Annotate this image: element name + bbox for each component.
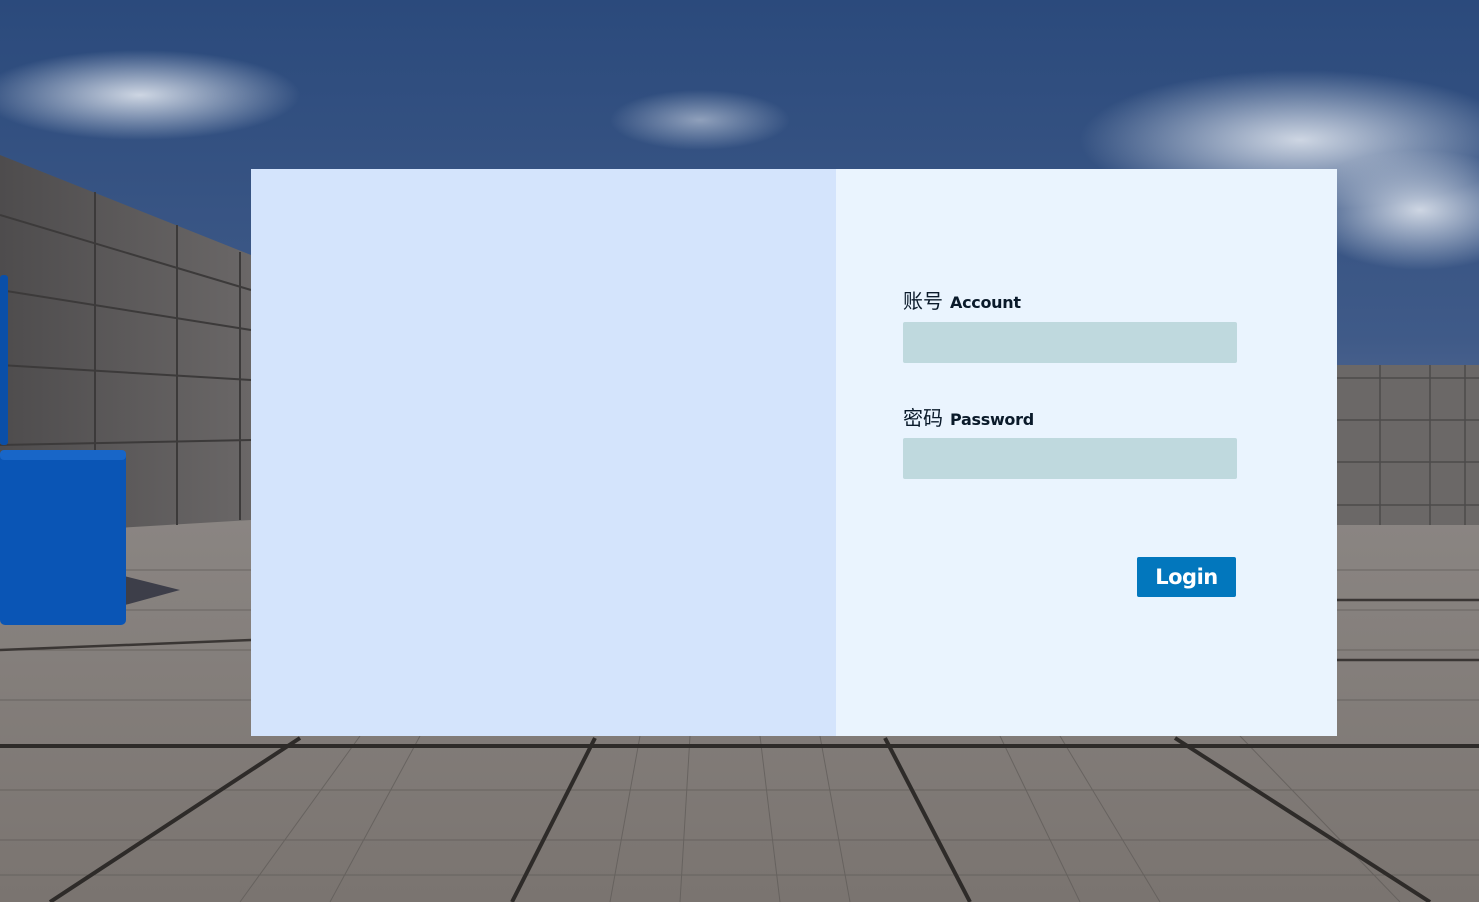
password-input[interactable] bbox=[903, 438, 1237, 479]
blue-cube-upper bbox=[0, 275, 8, 445]
right-wall bbox=[1337, 365, 1479, 525]
password-label-zh: 密码 bbox=[903, 406, 943, 430]
blue-cube bbox=[0, 450, 126, 625]
login-panel: 账号 Account 密码 Password Login bbox=[251, 169, 1337, 736]
account-label-zh: 账号 bbox=[903, 289, 943, 313]
account-label: 账号 Account bbox=[903, 285, 1021, 314]
login-form: 账号 Account 密码 Password Login bbox=[836, 169, 1337, 736]
account-label-en: Account bbox=[950, 293, 1021, 312]
password-label: 密码 Password bbox=[903, 402, 1034, 431]
password-label-en: Password bbox=[950, 410, 1034, 429]
login-panel-left bbox=[251, 169, 836, 736]
login-button[interactable]: Login bbox=[1137, 557, 1236, 597]
account-input[interactable] bbox=[903, 322, 1237, 363]
cloud bbox=[610, 90, 790, 150]
